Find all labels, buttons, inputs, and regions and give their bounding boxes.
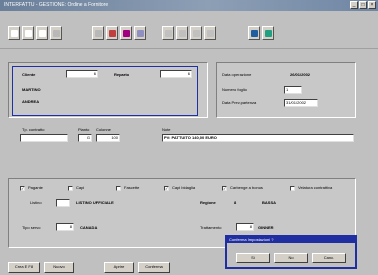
- checkbox-label-5: Carbenge a bonus: [230, 185, 263, 190]
- nuovo-button[interactable]: Nuovo: [44, 262, 74, 273]
- cliente-input[interactable]: 6: [66, 70, 98, 78]
- listino-code-input[interactable]: [56, 199, 70, 207]
- open-button[interactable]: [22, 26, 34, 40]
- trattamento-label: Trattamento: [200, 225, 222, 230]
- crea-button[interactable]: Crea E F8: [8, 262, 40, 273]
- checkbox-3[interactable]: [116, 186, 121, 191]
- next-icon: [192, 29, 200, 37]
- paste-icon: [108, 29, 116, 37]
- checkbox-5[interactable]: ✓: [222, 186, 227, 191]
- new-button[interactable]: [8, 26, 20, 40]
- first-icon: [164, 29, 172, 37]
- dialog-title: Conferma Impostazioni ?: [229, 237, 274, 242]
- new-icon: [10, 29, 18, 37]
- checkbox-label-4: Capi bidaglia: [172, 185, 196, 190]
- tipo-contratto-label: Tp. contratto: [22, 127, 45, 132]
- cut-icon: [52, 29, 60, 37]
- checkbox-1[interactable]: ✓: [20, 186, 25, 191]
- trattamento-value: GINNER: [258, 225, 274, 230]
- consegna-label: Data Prev.partenza: [222, 100, 257, 105]
- note-label: Note: [162, 127, 171, 132]
- maximize-button[interactable]: □: [359, 1, 367, 9]
- cut-button[interactable]: [50, 26, 62, 40]
- checkbox-2[interactable]: [68, 186, 73, 191]
- note-input[interactable]: PV: PATTUITO 140,00 EURO: [162, 134, 354, 142]
- close-button[interactable]: ×: [368, 1, 376, 9]
- dialog-no-button[interactable]: No: [274, 253, 308, 263]
- customer-name: ANDREA: [22, 99, 40, 104]
- save-icon: [38, 29, 46, 37]
- consegna-input[interactable]: 31/01/2002: [284, 99, 318, 107]
- dialog-cancel-button[interactable]: Canc.: [312, 253, 346, 263]
- checkbox-label-6: Velatura contrattiva: [298, 185, 333, 190]
- copy-icon: [94, 29, 102, 37]
- tipo-servo-value: CANADA: [80, 225, 98, 230]
- aprire-button[interactable]: Aprire: [104, 262, 134, 273]
- last-button[interactable]: [204, 26, 216, 40]
- trattamento-input[interactable]: 8: [236, 223, 254, 231]
- pianto-input[interactable]: G: [78, 134, 92, 142]
- checkbox-label-1: Pagante: [28, 185, 43, 190]
- numero-label: Numero foglio: [222, 87, 247, 92]
- listino-label: Listino: [30, 200, 42, 205]
- regione-value: 8: [234, 200, 237, 205]
- prev-button[interactable]: [176, 26, 188, 40]
- find-button[interactable]: [134, 26, 146, 40]
- print-button[interactable]: [248, 26, 260, 40]
- pianto-label: Pianto: [78, 127, 90, 132]
- conferma-button[interactable]: Conferma: [138, 262, 170, 273]
- prev-icon: [178, 29, 186, 37]
- find-icon: [136, 29, 144, 37]
- cliente-label: Cliente: [22, 72, 36, 77]
- copy-button[interactable]: [92, 26, 104, 40]
- numero-input[interactable]: 1: [284, 86, 302, 94]
- checkbox-4[interactable]: ✓: [164, 186, 169, 191]
- reparto-input[interactable]: 6: [160, 70, 192, 78]
- exit-icon: [264, 29, 272, 37]
- save-button[interactable]: [36, 26, 48, 40]
- data-label: Data operazione: [222, 72, 252, 77]
- window-title: INTERFATTU - GESTIONE: Ordine a Fornitor…: [4, 2, 109, 8]
- checkbox-6[interactable]: [290, 186, 295, 191]
- regione-label: Regione: [200, 200, 216, 205]
- paste-button[interactable]: [106, 26, 118, 40]
- dialog-yes-button[interactable]: Sì: [236, 253, 270, 263]
- exit-button[interactable]: [262, 26, 274, 40]
- checkbox-label-2: Capi: [76, 185, 85, 190]
- regione-name: BASSA: [262, 200, 277, 205]
- next-button[interactable]: [190, 26, 202, 40]
- minimize-button[interactable]: _: [350, 1, 358, 9]
- checkbox-label-3: Fascette: [124, 185, 140, 190]
- data-value: 26/01/2002: [290, 72, 311, 77]
- delete-button[interactable]: [120, 26, 132, 40]
- reparto-label: Reparto: [114, 72, 130, 77]
- colonne-input[interactable]: 100: [96, 134, 120, 142]
- customer-surname: MARTINO: [22, 87, 41, 92]
- tipo-contratto-input[interactable]: [20, 134, 68, 142]
- delete-icon: [122, 29, 130, 37]
- open-icon: [24, 29, 32, 37]
- colonne-label: Colonne: [96, 127, 111, 132]
- first-button[interactable]: [162, 26, 174, 40]
- last-icon: [206, 29, 214, 37]
- tipo-servo-input[interactable]: 8: [56, 223, 74, 231]
- listino-value: LISTINO UFFICIALE: [76, 200, 114, 205]
- print-icon: [250, 29, 258, 37]
- tipo-servo-label: Tipo servo: [22, 225, 41, 230]
